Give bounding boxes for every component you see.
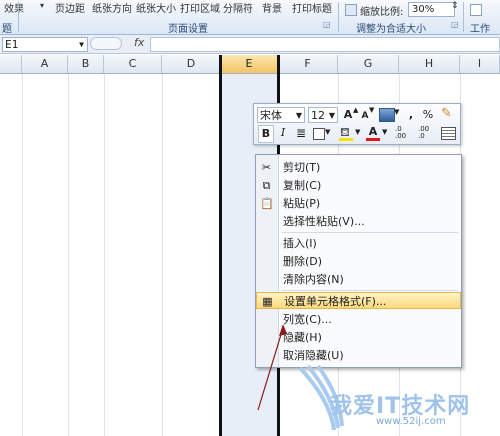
watermark: 我爱IT技术网 www.52ij.com [290, 360, 498, 434]
watermark-url: www.52ij.com [376, 416, 446, 427]
